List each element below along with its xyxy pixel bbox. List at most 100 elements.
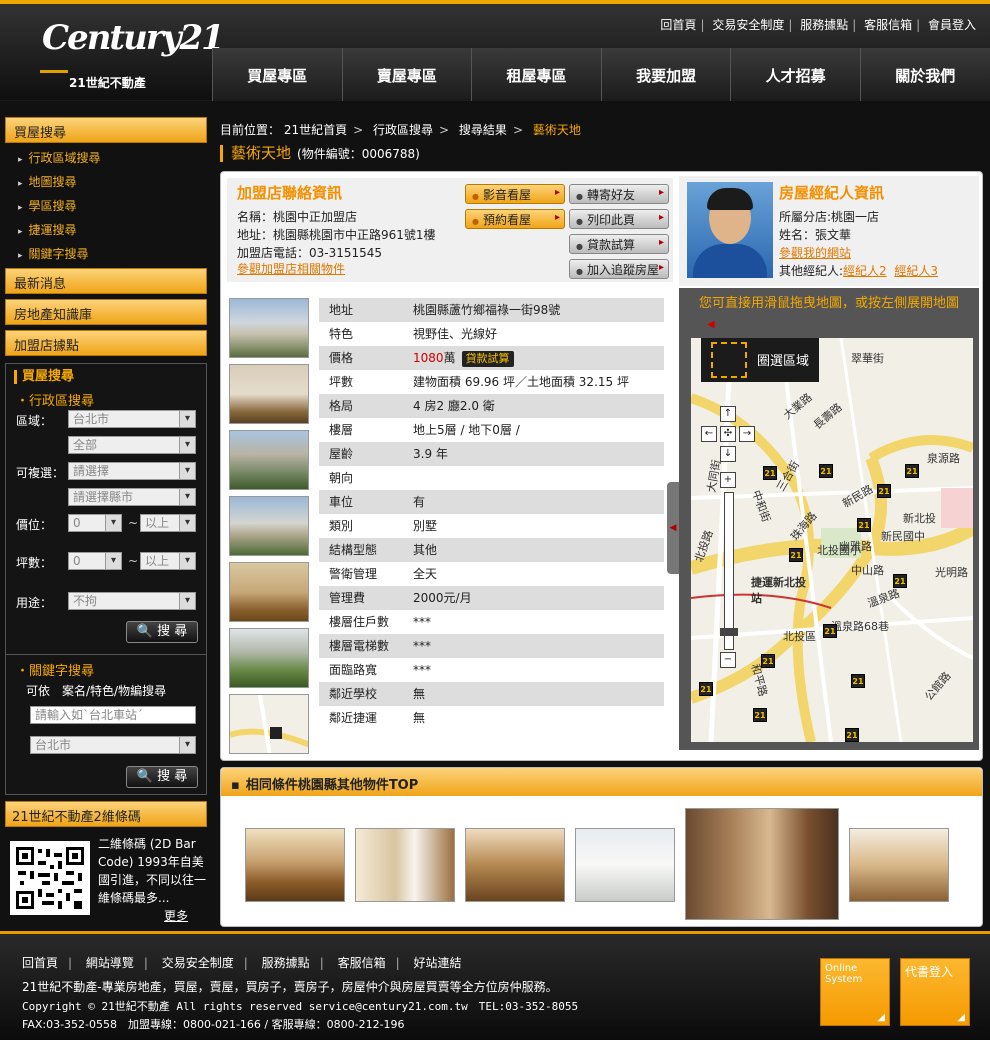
century21-logo[interactable]: Century21 21世紀不動產 xyxy=(36,18,225,94)
toplink-mail[interactable]: 客服信箱 xyxy=(864,18,912,32)
sidebar-buy-search[interactable]: 買屋搜尋 xyxy=(5,117,207,143)
multi-select-2[interactable]: 請選擇縣市 xyxy=(68,488,196,506)
footer-link-mail[interactable]: 客服信箱 xyxy=(338,956,386,970)
pan-right-icon[interactable]: → xyxy=(739,426,755,442)
district-search-button[interactable]: 🔍 搜 尋 xyxy=(126,621,198,643)
loan-calc-chip[interactable]: 貸款試算 xyxy=(461,351,514,367)
keyword-search-button[interactable]: 🔍 搜 尋 xyxy=(126,766,198,788)
photo-thumb[interactable] xyxy=(229,430,309,490)
c21-marker-icon[interactable]: 21 xyxy=(905,464,919,478)
breadcrumb-district[interactable]: 行政區搜尋 xyxy=(373,123,433,137)
store-properties-link[interactable]: 參觀加盟店相關物件 xyxy=(237,260,345,277)
qr-more-link[interactable]: 更多 xyxy=(164,907,188,924)
zoom-in-icon[interactable]: + xyxy=(720,472,736,488)
agent-site-link[interactable]: 參觀我的網站 xyxy=(779,246,851,260)
pan-up-icon[interactable]: ↑ xyxy=(720,406,736,422)
map-expand-toggle[interactable]: ◀ xyxy=(667,482,679,574)
zoom-out-icon[interactable]: − xyxy=(720,652,736,668)
map-canvas[interactable]: 圈選區域 ↑ ← ✣ → ↓ + − 翠華街 長壽路 泉源路 新北投 中山路 光… xyxy=(691,338,973,742)
separator: | xyxy=(143,956,148,970)
zoom-slider-knob[interactable] xyxy=(720,628,738,636)
scrivener-login-button[interactable]: 代書登入 xyxy=(900,958,970,1026)
similar-thumb[interactable] xyxy=(849,828,949,902)
c21-marker-icon[interactable]: 21 xyxy=(851,674,865,688)
c21-marker-icon[interactable]: 21 xyxy=(877,484,891,498)
breadcrumb-results[interactable]: 搜尋結果 xyxy=(459,123,507,137)
other-agent-2-link[interactable]: 經紀人2 xyxy=(843,264,887,278)
zoom-slider-track[interactable] xyxy=(724,492,734,650)
similar-thumb[interactable] xyxy=(465,828,565,902)
c21-marker-icon[interactable]: 21 xyxy=(819,464,833,478)
area-select[interactable]: 台北市 xyxy=(68,410,196,428)
similar-thumb[interactable] xyxy=(575,828,675,902)
map-thumb[interactable] xyxy=(229,694,309,754)
sidebar-item-mrt[interactable]: 捷運搜尋 xyxy=(18,221,77,238)
photo-thumb[interactable] xyxy=(229,364,309,424)
forward-friend-button[interactable]: 轉寄好友 xyxy=(569,184,669,204)
multi-select-1[interactable]: 請選擇 xyxy=(68,462,196,480)
sidebar-knowledge[interactable]: 房地產知識庫 xyxy=(5,299,207,325)
sidebar-item-district[interactable]: 行政區域搜尋 xyxy=(18,149,101,166)
footer-link-safety[interactable]: 交易安全制度 xyxy=(162,956,234,970)
nav-rent[interactable]: 租屋專區 xyxy=(471,48,601,102)
area-sub-select[interactable]: 全部 xyxy=(68,436,196,454)
other-agent-3-link[interactable]: 經紀人3 xyxy=(894,264,938,278)
nav-about[interactable]: 關於我們 xyxy=(859,48,990,102)
c21-marker-icon[interactable]: 21 xyxy=(789,548,803,562)
similar-thumb[interactable] xyxy=(355,828,455,902)
price-min-select[interactable]: 0 xyxy=(68,514,122,532)
sidebar-item-school[interactable]: 學區搜尋 xyxy=(18,197,77,214)
toplink-login[interactable]: 會員登入 xyxy=(928,18,976,32)
qr-code-title[interactable]: 21世紀不動產2維條碼 xyxy=(5,801,207,827)
photo-thumb[interactable] xyxy=(229,628,309,688)
sidebar-stores[interactable]: 加盟店據點 xyxy=(5,330,207,356)
online-system-button[interactable]: Online System xyxy=(820,958,890,1026)
c21-marker-icon[interactable]: 21 xyxy=(893,574,907,588)
nav-franchise[interactable]: 我要加盟 xyxy=(600,48,731,102)
footer-link-home[interactable]: 回首頁 xyxy=(22,956,58,970)
footer-link-friends[interactable]: 好站連結 xyxy=(413,956,461,970)
footer-link-sitemap[interactable]: 網站導覽 xyxy=(86,956,134,970)
sidebar-item-map[interactable]: 地圖搜尋 xyxy=(18,173,77,190)
video-tour-button[interactable]: 影音看屋 xyxy=(465,184,565,204)
ping-max-select[interactable]: 以上 xyxy=(140,552,196,570)
add-tracking-button[interactable]: 加入追蹤房屋 xyxy=(569,259,669,279)
photo-thumb[interactable] xyxy=(229,562,309,622)
similar-thumb[interactable] xyxy=(245,828,345,902)
c21-marker-icon[interactable]: 21 xyxy=(763,466,777,480)
keyword-input[interactable]: 請輸入如`台北車站´ xyxy=(30,706,196,724)
toplink-service[interactable]: 服務據點 xyxy=(800,18,848,32)
photo-thumb[interactable] xyxy=(229,298,309,358)
c21-marker-icon[interactable]: 21 xyxy=(857,518,871,532)
circle-area-button[interactable]: 圈選區域 xyxy=(701,338,819,382)
price-max-select[interactable]: 以上 xyxy=(140,514,196,532)
footer-link-service[interactable]: 服務據點 xyxy=(262,956,310,970)
use-select[interactable]: 不拘 xyxy=(68,592,196,610)
similar-thumb-large[interactable] xyxy=(685,808,839,920)
keyword-city-select[interactable]: 台北市 xyxy=(30,736,196,754)
c21-marker-icon[interactable]: 21 xyxy=(753,708,767,722)
photo-thumb[interactable] xyxy=(229,496,309,556)
breadcrumb-home[interactable]: 21世紀首頁 xyxy=(284,123,347,137)
ping-min-select[interactable]: 0 xyxy=(68,552,122,570)
nav-sell[interactable]: 賣屋專區 xyxy=(341,48,472,102)
c21-marker-icon[interactable]: 21 xyxy=(761,654,775,668)
pan-left-icon[interactable]: ← xyxy=(701,426,717,442)
c21-marker-icon[interactable]: 21 xyxy=(699,682,713,696)
sidebar-item-keyword[interactable]: 關鍵字搜尋 xyxy=(18,245,89,262)
other-agents-label: 其他經紀人: xyxy=(779,264,844,278)
detail-value: 地上5層 / 地下0層 / xyxy=(413,423,520,437)
sidebar-news[interactable]: 最新消息 xyxy=(5,268,207,294)
loan-calc-button[interactable]: 貸款試算 xyxy=(569,234,669,254)
toplink-safety[interactable]: 交易安全制度 xyxy=(712,18,784,32)
c21-marker-icon[interactable]: 21 xyxy=(823,624,837,638)
c21-marker-icon[interactable]: 21 xyxy=(845,728,859,742)
nav-buy[interactable]: 買屋專區 xyxy=(212,48,342,102)
pan-center-icon[interactable]: ✣ xyxy=(720,426,736,442)
nav-recruit[interactable]: 人才招募 xyxy=(730,48,860,102)
print-page-button[interactable]: 列印此頁 xyxy=(569,209,669,229)
pan-down-icon[interactable]: ↓ xyxy=(720,446,736,462)
toplink-home[interactable]: 回首頁 xyxy=(660,18,696,32)
detail-row: 格局 4 房2 廳2.0 衛 xyxy=(319,394,664,418)
book-viewing-button[interactable]: 預約看屋 xyxy=(465,209,565,229)
